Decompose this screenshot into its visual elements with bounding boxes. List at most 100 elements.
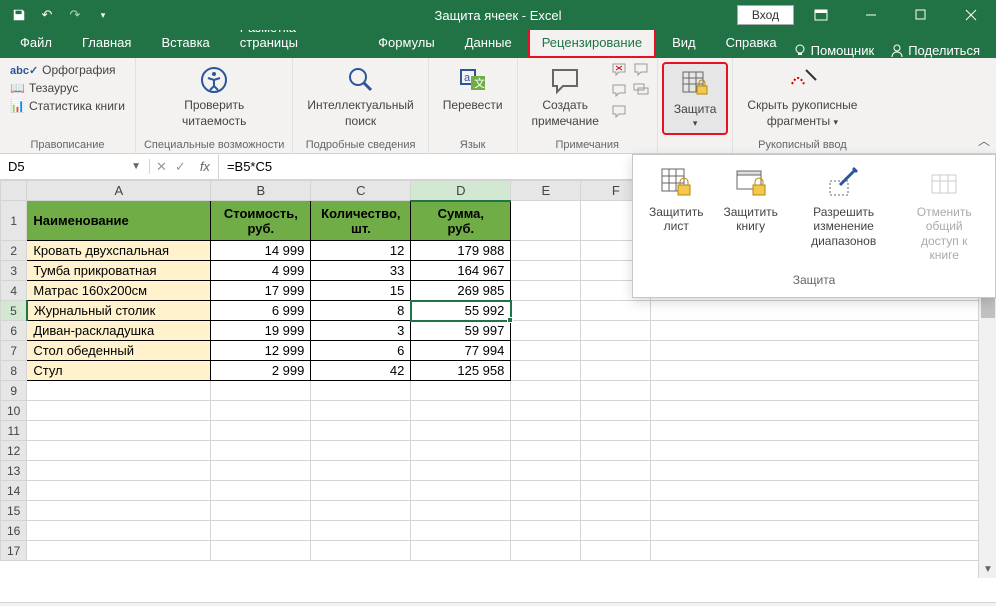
prev-comment-button[interactable] — [611, 83, 627, 100]
tab-review[interactable]: Рецензирование — [528, 27, 656, 58]
row-header[interactable]: 17 — [1, 541, 27, 561]
cell[interactable]: Сумма,руб. — [411, 201, 511, 241]
cell[interactable] — [581, 341, 651, 361]
translate-button[interactable]: a文 Перевести — [437, 62, 509, 114]
row-header[interactable]: 7 — [1, 341, 27, 361]
qat-dropdown-icon[interactable]: ▾ — [92, 4, 114, 26]
delete-comment-button[interactable] — [611, 62, 627, 79]
next-comment-button[interactable] — [611, 104, 627, 121]
cell[interactable] — [511, 481, 581, 501]
tab-file[interactable]: Файл — [6, 27, 66, 58]
cell[interactable] — [311, 461, 411, 481]
cell[interactable] — [311, 381, 411, 401]
cell[interactable] — [411, 541, 511, 561]
row-header[interactable]: 8 — [1, 361, 27, 381]
cell[interactable] — [311, 401, 411, 421]
cell[interactable]: Журнальный столик — [27, 301, 211, 321]
cell[interactable]: 179 988 — [411, 241, 511, 261]
cell[interactable] — [581, 481, 651, 501]
cell[interactable]: 17 999 — [211, 281, 311, 301]
fx-icon[interactable]: fx — [192, 154, 219, 179]
name-box[interactable]: D5 ▼ — [0, 159, 150, 174]
cell[interactable] — [581, 301, 651, 321]
col-header-C[interactable]: C — [311, 181, 411, 201]
cell[interactable]: Кровать двухспальная — [27, 241, 211, 261]
cell[interactable] — [211, 501, 311, 521]
cell[interactable]: 6 999 — [211, 301, 311, 321]
cell[interactable] — [27, 401, 211, 421]
tab-view[interactable]: Вид — [658, 27, 710, 58]
cell[interactable] — [411, 441, 511, 461]
cell[interactable] — [511, 461, 581, 481]
row-header[interactable]: 12 — [1, 441, 27, 461]
maximize-icon[interactable] — [898, 0, 944, 30]
cell[interactable] — [411, 461, 511, 481]
cell[interactable] — [411, 381, 511, 401]
cell[interactable] — [581, 541, 651, 561]
cell[interactable] — [411, 501, 511, 521]
tab-help[interactable]: Справка — [712, 27, 791, 58]
cell[interactable]: Стоимость,руб. — [211, 201, 311, 241]
cell[interactable] — [511, 261, 581, 281]
cell[interactable] — [511, 401, 581, 421]
cell[interactable] — [581, 321, 651, 341]
new-comment-button[interactable]: Создать примечание — [526, 62, 605, 131]
row-header[interactable]: 3 — [1, 261, 27, 281]
cell[interactable] — [27, 381, 211, 401]
stats-button[interactable]: 📊Статистика книги — [8, 98, 127, 114]
cell[interactable]: Матрас 160х200см — [27, 281, 211, 301]
allow-edit-ranges-button[interactable]: Разрешить изменение диапазонов — [792, 161, 895, 267]
cell[interactable] — [311, 501, 411, 521]
save-icon[interactable] — [8, 4, 30, 26]
cell[interactable]: Стол обеденный — [27, 341, 211, 361]
cell[interactable]: 6 — [311, 341, 411, 361]
row-header[interactable]: 15 — [1, 501, 27, 521]
col-header-B[interactable]: B — [211, 181, 311, 201]
chevron-down-icon[interactable]: ▼ — [131, 161, 141, 172]
cell[interactable] — [581, 361, 651, 381]
cell[interactable] — [311, 481, 411, 501]
cell[interactable]: Стул — [27, 361, 211, 381]
collapse-ribbon-icon[interactable]: ︿ — [978, 132, 990, 149]
cell[interactable] — [511, 501, 581, 521]
cell[interactable]: 164 967 — [411, 261, 511, 281]
cell[interactable]: 42 — [311, 361, 411, 381]
cell[interactable] — [211, 521, 311, 541]
cell[interactable]: 3 — [311, 321, 411, 341]
spelling-button[interactable]: abc✓Орфография — [8, 62, 118, 78]
protect-button[interactable]: Защита ▾ — [668, 66, 723, 131]
cell[interactable] — [411, 401, 511, 421]
cell[interactable] — [27, 481, 211, 501]
cell[interactable]: 4 999 — [211, 261, 311, 281]
cell[interactable] — [311, 541, 411, 561]
cell[interactable]: 2 999 — [211, 361, 311, 381]
close-icon[interactable] — [948, 0, 994, 30]
select-all-corner[interactable] — [1, 181, 27, 201]
cell[interactable] — [211, 461, 311, 481]
col-header-A[interactable]: A — [27, 181, 211, 201]
cell[interactable]: Количество,шт. — [311, 201, 411, 241]
cell[interactable] — [211, 541, 311, 561]
cell[interactable] — [511, 421, 581, 441]
minimize-icon[interactable] — [848, 0, 894, 30]
cell[interactable] — [27, 521, 211, 541]
cell[interactable]: 19 999 — [211, 321, 311, 341]
row-header[interactable]: 5 — [1, 301, 27, 321]
cell[interactable] — [511, 361, 581, 381]
cell[interactable] — [511, 301, 581, 321]
cell[interactable] — [211, 481, 311, 501]
scroll-down-icon[interactable]: ▼ — [979, 560, 996, 578]
cell[interactable] — [581, 521, 651, 541]
cell[interactable] — [511, 381, 581, 401]
cell[interactable] — [511, 241, 581, 261]
undo-icon[interactable]: ↶ — [36, 4, 58, 26]
cell[interactable] — [581, 401, 651, 421]
cell[interactable]: 77 994 — [411, 341, 511, 361]
tab-formulas[interactable]: Формулы — [364, 27, 449, 58]
smart-lookup-button[interactable]: Интеллектуальный поиск — [301, 62, 419, 131]
cell[interactable]: 269 985 — [411, 281, 511, 301]
protect-workbook-button[interactable]: Защитить книгу — [717, 161, 783, 267]
cell[interactable]: 15 — [311, 281, 411, 301]
tab-home[interactable]: Главная — [68, 27, 145, 58]
row-header[interactable]: 2 — [1, 241, 27, 261]
